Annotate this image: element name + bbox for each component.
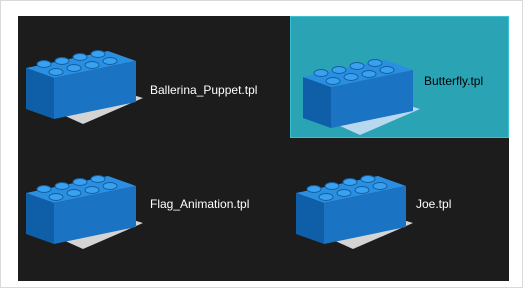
- template-library-frame: Ballerina_Puppet.tpl Butterfly.tpl Flag_…: [0, 0, 523, 288]
- lego-brick-icon: [303, 59, 420, 135]
- lego-brick-icon: [26, 175, 143, 249]
- template-item-butterfly[interactable]: Butterfly.tpl: [290, 16, 509, 138]
- template-name: Joe.tpl: [416, 197, 452, 211]
- lego-brick-icon: [26, 50, 143, 124]
- template-name: Butterfly.tpl: [424, 74, 484, 88]
- template-item-joe[interactable]: Joe.tpl: [288, 151, 523, 271]
- template-item-ballerina-puppet[interactable]: Ballerina_Puppet.tpl: [18, 26, 288, 146]
- template-item-flag-animation[interactable]: Flag_Animation.tpl: [18, 151, 288, 271]
- template-name: Flag_Animation.tpl: [150, 197, 250, 211]
- lego-brick-icon: [296, 175, 413, 249]
- template-grid: Ballerina_Puppet.tpl Butterfly.tpl Flag_…: [18, 16, 509, 281]
- template-name: Ballerina_Puppet.tpl: [150, 83, 258, 97]
